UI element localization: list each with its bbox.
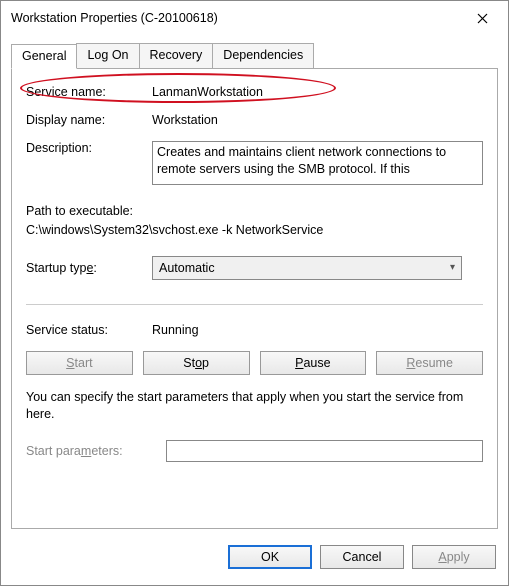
tabstrip: General Log On Recovery Dependencies [11,43,498,68]
path-block: Path to executable: C:\windows\System32\… [26,202,483,240]
apply-button: Apply [412,545,496,569]
close-icon [477,13,488,24]
description-label: Description: [26,141,152,155]
tab-recovery[interactable]: Recovery [139,43,214,68]
display-name-label: Display name: [26,113,152,127]
close-button[interactable] [462,3,502,33]
stop-button[interactable]: Stop [143,351,250,375]
cancel-button[interactable]: Cancel [320,545,404,569]
divider [26,304,483,305]
service-name-row: Service name: LanmanWorkstation [26,85,483,99]
start-params-label: Start parameters: [26,444,166,458]
window-title: Workstation Properties (C-20100618) [11,11,462,25]
startup-type-value: Automatic [159,261,215,275]
start-params-hint: You can specify the start parameters tha… [26,389,483,424]
start-button: Start [26,351,133,375]
titlebar: Workstation Properties (C-20100618) [1,1,508,35]
service-status-value: Running [152,323,483,337]
start-params-input [166,440,483,462]
service-name-label: Service name: [26,85,152,99]
dialog-footer: OK Cancel Apply [1,539,508,585]
pause-button[interactable]: Pause [260,351,367,375]
client-area: General Log On Recovery Dependencies Ser… [1,35,508,539]
description-textarea[interactable] [152,141,483,185]
tab-dependencies[interactable]: Dependencies [212,43,314,68]
chevron-down-icon: ▾ [450,262,455,273]
dialog-window: Workstation Properties (C-20100618) Gene… [0,0,509,586]
path-value: C:\windows\System32\svchost.exe -k Netwo… [26,221,483,240]
service-status-label: Service status: [26,323,152,337]
service-control-buttons: Start Stop Pause Resume [26,351,483,375]
path-label: Path to executable: [26,202,483,221]
tabpanel-general: Service name: LanmanWorkstation Display … [11,68,498,529]
service-name-value: LanmanWorkstation [152,85,483,99]
tab-logon[interactable]: Log On [76,43,139,68]
service-status-row: Service status: Running [26,323,483,337]
startup-type-label: Startup type: [26,261,152,275]
display-name-value: Workstation [152,113,483,127]
description-row: Description: [26,141,483,188]
display-name-row: Display name: Workstation [26,113,483,127]
start-params-row: Start parameters: [26,440,483,462]
resume-button: Resume [376,351,483,375]
startup-type-select[interactable]: Automatic ▾ [152,256,462,280]
tab-general[interactable]: General [11,44,77,69]
startup-type-row: Startup type: Automatic ▾ [26,256,483,280]
ok-button[interactable]: OK [228,545,312,569]
